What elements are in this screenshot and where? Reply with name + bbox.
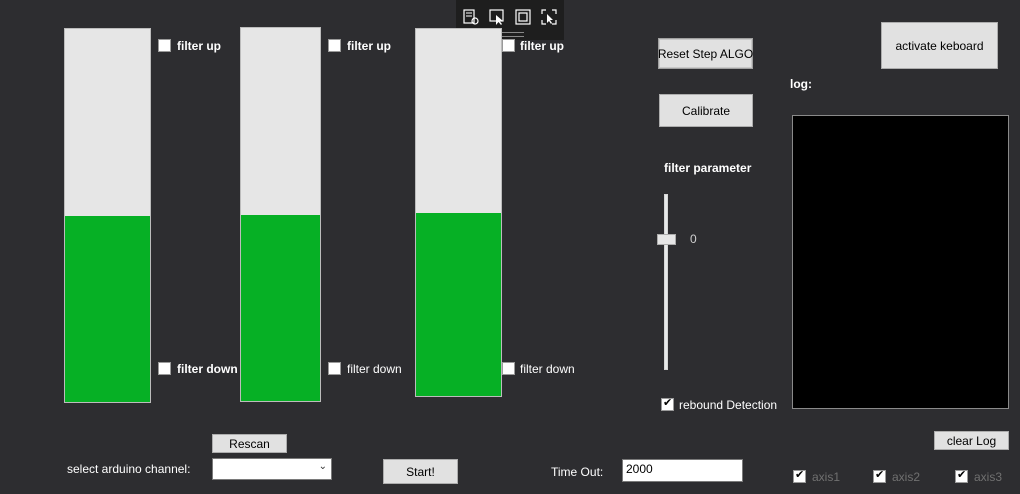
arduino-channel-select[interactable]: ⌄ [212,458,332,480]
progress-fill [241,214,320,401]
calibrate-button[interactable]: Calibrate [659,94,753,127]
reset-step-algo-button[interactable]: Reset Step ALGO [658,38,753,69]
select-element-icon[interactable] [462,8,480,26]
filter-down-checkbox-3[interactable] [502,362,515,375]
progress-bar-3 [415,28,502,397]
filter-down-label-2: filter down [347,362,402,376]
rescan-button[interactable]: Rescan [212,434,287,453]
filter-down-checkbox-1[interactable] [158,362,171,375]
axis1-label: axis1 [812,470,841,484]
activate-keyboard-button[interactable]: activate keboard [881,22,998,69]
filter-parameter-slider[interactable] [656,192,678,372]
axis2-checkbox[interactable] [873,468,886,483]
log-textbox[interactable] [792,115,1009,409]
track-focus-icon[interactable] [540,8,558,26]
log-label: log: [790,77,812,91]
start-button[interactable]: Start! [383,459,458,484]
axis3-label: axis3 [974,470,1003,484]
clear-log-button[interactable]: clear Log [934,431,1009,450]
filter-parameter-label: filter parameter [664,161,752,175]
filter-up-label-2: filter up [347,39,391,53]
progress-bar-2 [240,27,321,402]
axis2-label: axis2 [892,470,921,484]
filter-parameter-value: 0 [690,232,697,246]
rebound-detection-label: rebound Detection [679,398,778,412]
filter-down-label-1: filter down [177,362,238,376]
cursor-select-icon[interactable] [488,8,506,26]
filter-up-checkbox-3[interactable] [502,39,515,52]
filter-up-label-3: filter up [520,39,564,53]
slider-track [664,194,668,370]
chevron-down-icon: ⌄ [318,461,327,472]
display-adorners-icon[interactable] [514,8,532,26]
slider-thumb[interactable] [657,234,676,245]
filter-down-checkbox-2[interactable] [328,362,341,375]
progress-fill [65,215,150,402]
filter-up-checkbox-1[interactable] [158,39,171,52]
progress-bar-1 [64,28,151,403]
timeout-input[interactable]: 2000 [622,459,743,482]
filter-up-checkbox-2[interactable] [328,39,341,52]
progress-fill [416,212,501,396]
axis1-checkbox[interactable] [793,468,806,483]
select-arduino-channel-label: select arduino channel: [67,462,191,476]
filter-up-label-1: filter up [177,39,221,53]
filter-down-label-3: filter down [520,362,575,376]
axis3-checkbox[interactable] [955,468,968,483]
rebound-detection-checkbox[interactable] [661,396,674,411]
timeout-label: Time Out: [551,465,604,479]
